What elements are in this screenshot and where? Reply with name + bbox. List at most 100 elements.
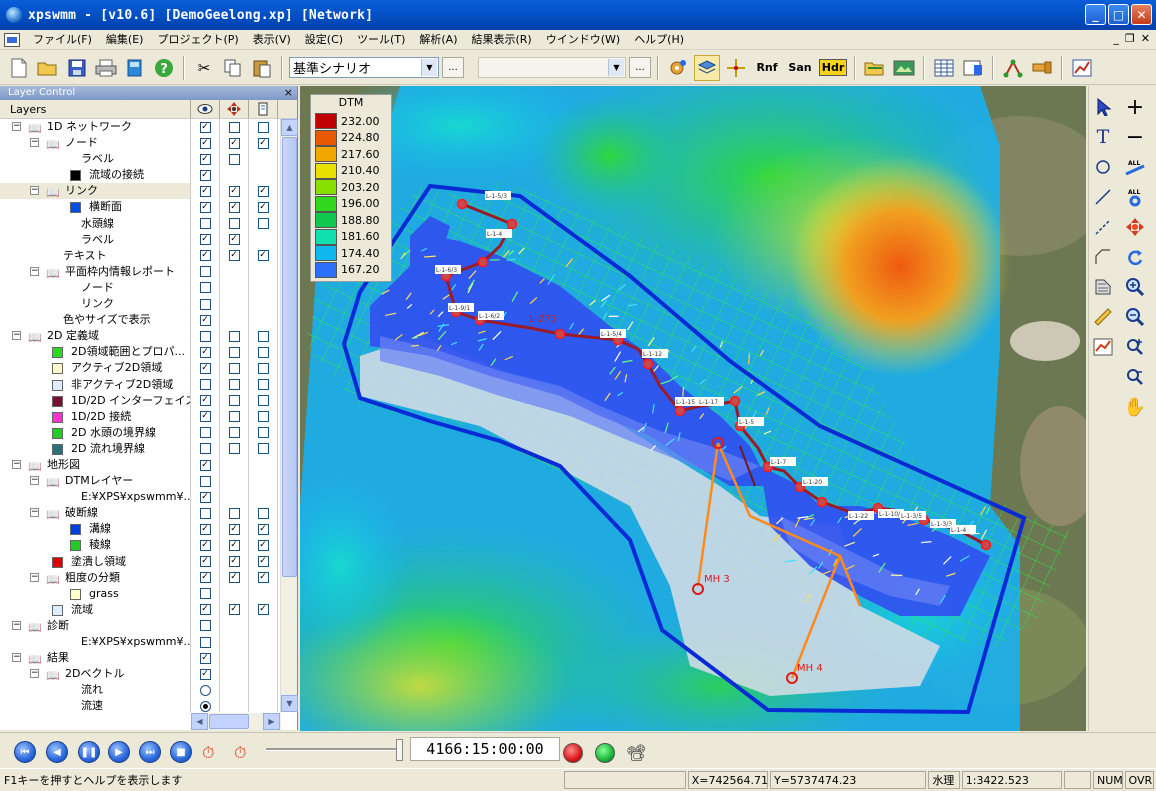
menu-view[interactable]: 表示(V)	[246, 30, 298, 50]
network-icon[interactable]	[1000, 55, 1026, 81]
layer-checkbox[interactable]	[228, 427, 240, 439]
layer-name-cell[interactable]: 溝線	[0, 521, 191, 538]
layer-name-cell[interactable]: E:¥XPS¥xpswmm¥...	[0, 634, 191, 651]
properties-icon[interactable]	[960, 55, 986, 81]
layer-checkbox[interactable]: ✓	[199, 411, 211, 423]
layer-name-cell[interactable]: アクティブ2D領域	[0, 360, 191, 377]
layer-checkbox[interactable]	[199, 379, 211, 391]
collapse-toggle-icon[interactable]: −	[30, 669, 39, 679]
paste-icon[interactable]	[249, 55, 275, 81]
print-icon[interactable]	[93, 55, 119, 81]
chevron-down-icon[interactable]: ▼	[608, 59, 624, 76]
timer-start-icon[interactable]: ⏱	[202, 743, 224, 765]
layer-checkbox[interactable]	[257, 427, 269, 439]
layer-checkbox[interactable]: ✓	[199, 346, 211, 358]
line-tool-icon[interactable]	[1089, 184, 1117, 210]
layer-checkbox[interactable]: ✓	[257, 250, 269, 262]
layer-checkbox[interactable]: ✓	[228, 523, 240, 535]
layer-name-cell[interactable]: ラベル	[0, 151, 191, 168]
layer-name-cell[interactable]: テキスト	[0, 247, 191, 264]
collapse-toggle-icon[interactable]: −	[30, 138, 39, 148]
layer-checkbox[interactable]	[199, 588, 211, 600]
layer-checkbox[interactable]: ✓	[257, 604, 269, 616]
book-icon[interactable]	[122, 55, 148, 81]
layer-checkbox[interactable]: ✓	[199, 314, 211, 326]
layer-checkbox[interactable]	[228, 346, 240, 358]
mdi-restore-button[interactable]: ❐	[1125, 32, 1135, 45]
collapse-toggle-icon[interactable]: −	[12, 459, 21, 469]
collapse-toggle-icon[interactable]: −	[30, 508, 39, 518]
layer-checkbox[interactable]	[199, 443, 211, 455]
layer-checkbox[interactable]: ✓	[228, 234, 240, 246]
layer-name-cell[interactable]: − 📖 ノード	[0, 135, 191, 152]
layer-row[interactable]: 非アクティブ2D領域	[0, 376, 280, 393]
layer-name-cell[interactable]: − 📖 結果	[0, 650, 191, 667]
layer-checkbox[interactable]: ✓	[257, 137, 269, 149]
layer-checkbox[interactable]	[228, 443, 240, 455]
layer-color-swatch[interactable]	[70, 588, 81, 600]
layer-row[interactable]: − 📖 診断	[0, 617, 280, 634]
layer-color-swatch[interactable]	[52, 556, 63, 568]
layer-checkbox[interactable]	[228, 362, 240, 374]
layer-row[interactable]: ラベル ✓	[0, 151, 280, 168]
step-back-icon[interactable]: ◀	[46, 741, 68, 763]
layer-color-swatch[interactable]	[52, 427, 63, 439]
add-node-icon[interactable]: +	[1121, 94, 1149, 120]
layer-color-swatch[interactable]	[70, 540, 81, 552]
skip-to-end-icon[interactable]: ⏭	[139, 741, 161, 763]
hydraulics-button[interactable]: Hdr	[818, 55, 848, 81]
layer-checkbox[interactable]: ✓	[199, 459, 211, 471]
gear-run-icon[interactable]	[665, 55, 691, 81]
sanitary-button[interactable]: San	[785, 55, 815, 81]
menu-window[interactable]: ウインドウ(W)	[539, 30, 627, 50]
layer-row[interactable]: − 📖 2D 定義域	[0, 328, 280, 345]
layer-checkbox[interactable]	[199, 507, 211, 519]
layer-checkbox[interactable]	[199, 620, 211, 632]
layer-checkbox[interactable]: ✓	[199, 395, 211, 407]
layer-checkbox[interactable]	[228, 395, 240, 407]
pan-arrows-icon[interactable]	[1121, 214, 1149, 240]
layer-name-cell[interactable]: 2D 流れ境界線	[0, 440, 191, 457]
collapse-toggle-icon[interactable]: −	[12, 122, 21, 131]
layer-color-swatch[interactable]	[52, 443, 63, 455]
layer-name-cell[interactable]: − 📖 1D ネットワーク	[0, 119, 191, 136]
layer-checkbox[interactable]: ✓	[199, 137, 211, 149]
map-canvas[interactable]: L-1-5/3 L-1-4 L-1-6/3 L-1-9/1 L-1-6/2 L-1-5/4…	[300, 86, 1086, 731]
layer-row[interactable]: 1D/2D インターフェイス ✓	[0, 392, 280, 409]
network-node[interactable]	[729, 395, 741, 407]
layer-row[interactable]: E:¥XPS¥xpswmm¥...	[0, 634, 280, 651]
layer-name-cell[interactable]: − 📖 診断	[0, 617, 191, 634]
secondary-ellipsis-button[interactable]: ...	[629, 57, 651, 78]
polygon-tool-icon[interactable]	[1089, 274, 1117, 300]
layer-row[interactable]: − 📖 平面枠内情報レポート	[0, 263, 280, 280]
network-node[interactable]	[554, 328, 566, 340]
layer-checkbox[interactable]	[228, 218, 240, 230]
layer-checkbox[interactable]: ✓	[199, 121, 211, 133]
layer-name-cell[interactable]: − 📖 2D 定義域	[0, 328, 191, 345]
layer-name-cell[interactable]: − 📖 地形図	[0, 456, 191, 474]
time-slider-track[interactable]	[266, 748, 396, 751]
network-map-view[interactable]: L-1-5/3 L-1-4 L-1-6/3 L-1-9/1 L-1-6/2 L-1-5/4…	[300, 86, 1086, 731]
layer-radio[interactable]	[199, 684, 211, 696]
menu-tools[interactable]: ツール(T)	[350, 30, 412, 50]
layer-row[interactable]: アクティブ2D領域 ✓	[0, 360, 280, 377]
layer-checkbox[interactable]	[199, 330, 211, 342]
layer-checkbox[interactable]: ✓	[228, 556, 240, 568]
layer-row[interactable]: grass	[0, 585, 280, 602]
layer-checkbox[interactable]	[228, 330, 240, 342]
layer-name-cell[interactable]: 稜線	[0, 537, 191, 554]
scroll-left-icon[interactable]: ◀	[191, 713, 208, 730]
collapse-toggle-icon[interactable]: −	[30, 266, 39, 276]
skip-to-start-icon[interactable]: ⏮	[14, 741, 36, 763]
layer-checkbox[interactable]: ✓	[257, 202, 269, 214]
network-node[interactable]	[980, 539, 992, 551]
collapse-toggle-icon[interactable]: −	[12, 653, 21, 663]
layer-name-cell[interactable]: 2D 水頭の境界線	[0, 424, 191, 441]
layer-name-cell[interactable]: − 📖 破断線	[0, 505, 191, 522]
layer-panel-scrollbar[interactable]: ▲ ▼	[280, 119, 298, 712]
eye-icon[interactable]	[191, 100, 220, 118]
layer-checkbox[interactable]	[257, 346, 269, 358]
scenario-ellipsis-button[interactable]: ...	[442, 57, 464, 78]
layer-checkbox[interactable]	[257, 395, 269, 407]
layer-checkbox[interactable]: ✓	[199, 153, 211, 165]
